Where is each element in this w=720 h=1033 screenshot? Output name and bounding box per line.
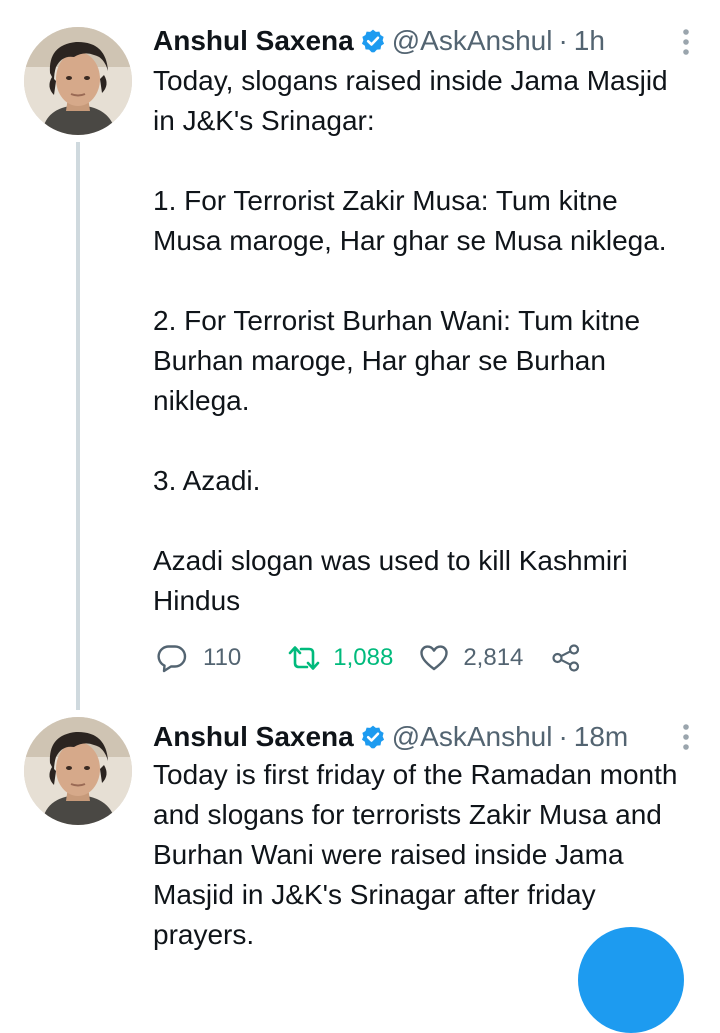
verified-badge-icon [361,29,384,53]
avatar-image [24,717,132,825]
share-icon [552,644,580,672]
tweet-paragraph: Today is first friday of the Ramadan mon… [153,759,678,950]
tweet-paragraph: 3. Azadi. [153,465,261,496]
retweet-button[interactable]: 1,088 [287,643,393,673]
tweet-text: Today, slogans raised inside Jama Masjid… [153,61,693,621]
tweet[interactable]: Anshul Saxena @AskAnshul · 1h Today, slo… [0,0,720,710]
timestamp[interactable]: 1h [574,21,605,61]
timestamp[interactable]: 18m [574,717,628,757]
avatar[interactable] [24,27,132,135]
tweet-header: Anshul Saxena @AskAnshul · 1h [153,21,690,61]
heart-icon [420,645,449,671]
avatar[interactable] [24,717,132,825]
tweet-header: Anshul Saxena @AskAnshul · 18m [153,717,690,757]
reply-bubble-icon [157,645,187,673]
author-name[interactable]: Anshul Saxena [153,21,354,61]
separator-dot: · [558,721,568,752]
share-button[interactable] [551,643,581,673]
retweet-count: 1,088 [333,644,394,671]
tweet-paragraph: 1. For Terrorist Zakir Musa: Tum kitne M… [153,185,667,256]
thread-connector-line [76,142,80,710]
verified-badge-icon [361,725,384,749]
tweet[interactable]: Anshul Saxena @AskAnshul · 18m Today is … [0,705,720,959]
reply-button[interactable]: 110 [157,643,241,673]
like-count: 2,814 [463,644,524,671]
tweet-paragraph: Azadi slogan was used to kill Kashmiri H… [153,545,628,616]
avatar-image [24,27,132,135]
tweet-paragraph: Today, slogans raised inside Jama Masjid… [153,65,668,136]
more-vertical-icon[interactable] [682,28,690,56]
tweet-actions: 110 1,088 2,814 [157,641,581,675]
reply-count: 110 [203,644,242,671]
like-button[interactable]: 2,814 [419,643,523,673]
tweet-text: Today is first friday of the Ramadan mon… [153,755,693,955]
author-handle[interactable]: @AskAnshul [392,21,553,61]
separator-dot: · [558,25,568,56]
author-name[interactable]: Anshul Saxena [153,717,354,757]
retweet-icon [288,646,320,670]
compose-tweet-button[interactable] [578,927,684,1033]
author-handle[interactable]: @AskAnshul [392,717,553,757]
tweet-paragraph: 2. For Terrorist Burhan Wani: Tum kitne … [153,305,641,416]
more-vertical-icon[interactable] [682,723,690,751]
